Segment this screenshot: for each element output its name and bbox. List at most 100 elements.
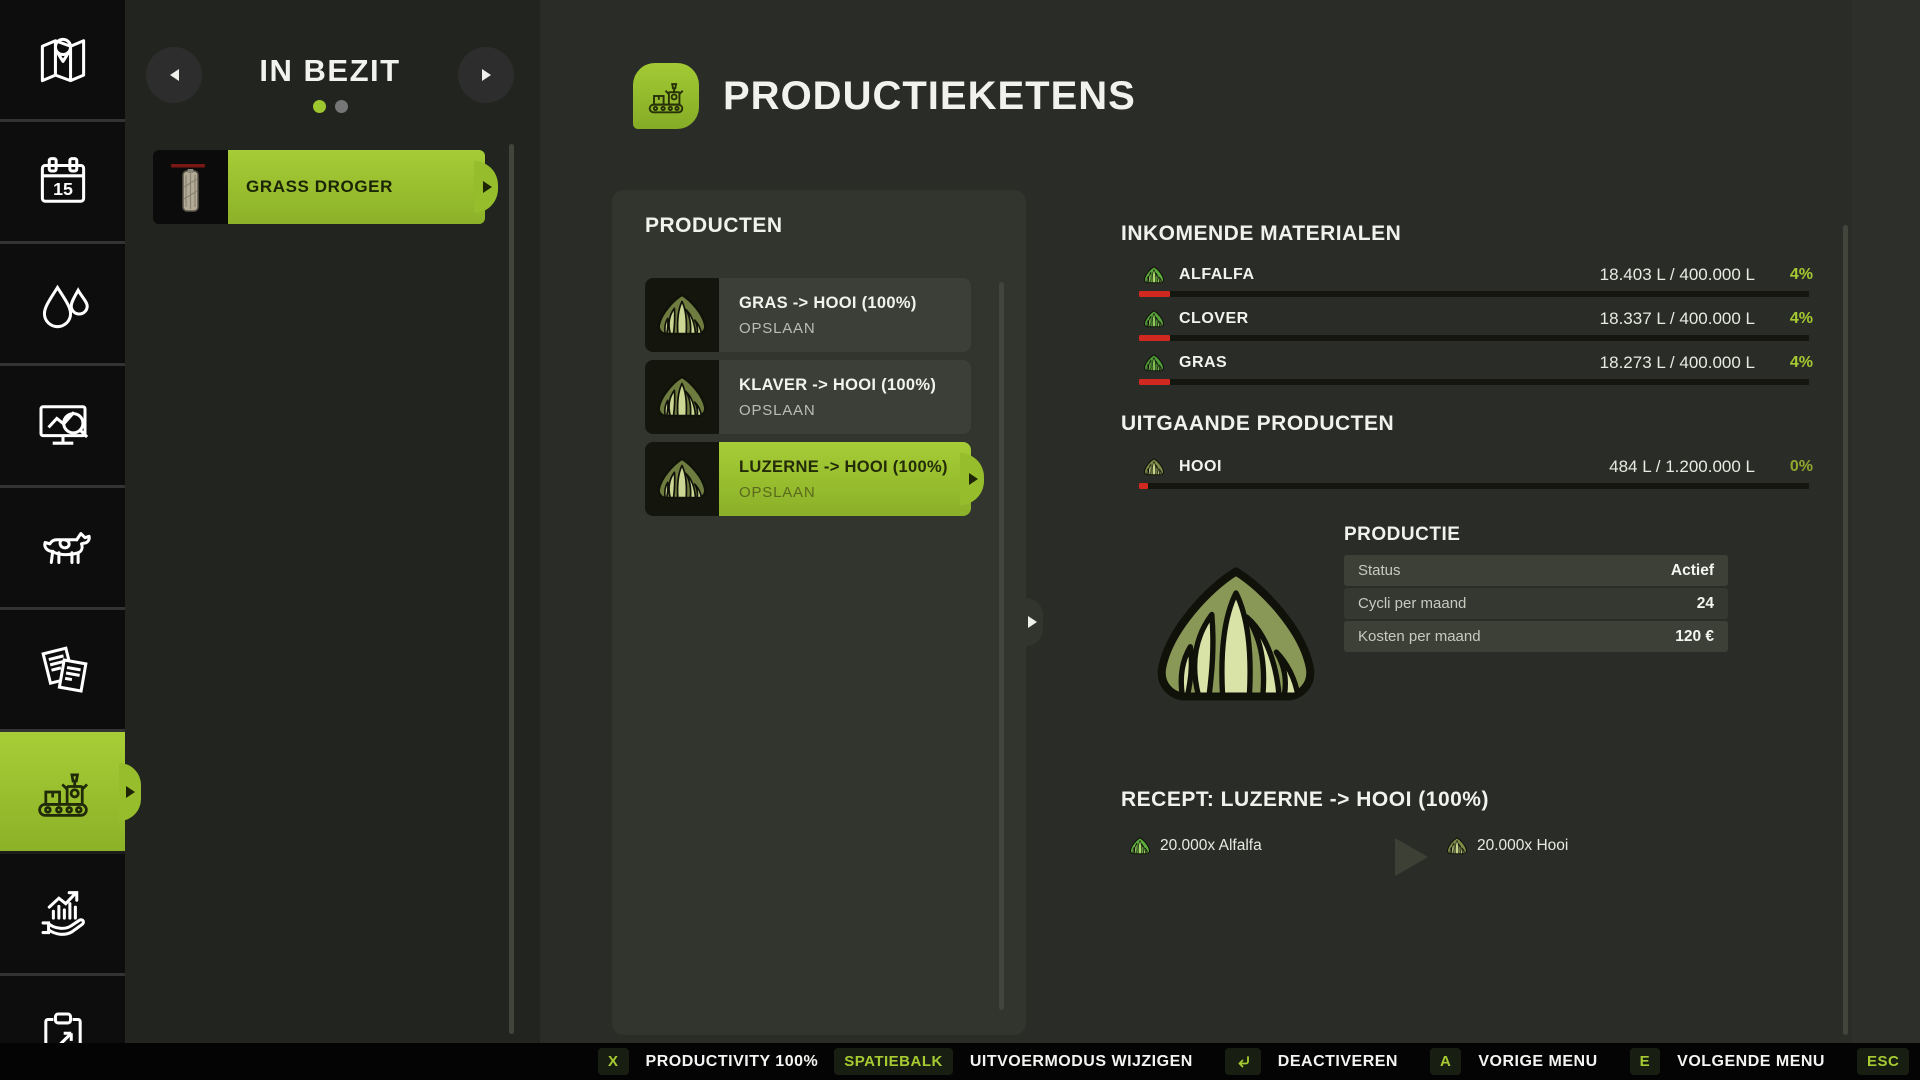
material-row-gras: GRAS 18.273 L / 400.000 L 4% (1121, 350, 1813, 385)
material-name: GRAS (1179, 354, 1227, 372)
row-label: Kosten per maand (1358, 628, 1481, 645)
material-row-clover: CLOVER 18.337 L / 400.000 L 4% (1121, 306, 1813, 341)
sidebar-item-statistics[interactable] (0, 366, 125, 488)
animals-icon (30, 515, 96, 581)
hint-deactivate[interactable]: DEACTIVEREN (1225, 1048, 1398, 1075)
arrow-left-icon (170, 69, 179, 81)
recipe-output-label: 20.000x Hooi (1477, 837, 1568, 855)
hint-back[interactable]: ESC TERUG (1857, 1048, 1920, 1075)
material-progress-fill (1139, 483, 1148, 489)
product-item-luzerne-hooi-selected[interactable]: LUZERNE -> HOOI (100%) OPSLAAN (645, 442, 971, 516)
recipe-arrow-icon (1395, 838, 1428, 876)
material-name: ALFALFA (1179, 266, 1255, 284)
material-percent: 4% (1755, 354, 1813, 372)
recipe-section: RECEPT: LUZERNE -> HOOI (100%) 20.000x A… (1121, 788, 1813, 876)
hint-output-mode[interactable]: SPATIEBALK UITVOERMODUS WIJZIGEN (834, 1048, 1193, 1075)
hint-label: UITVOERMODUS WIJZIGEN (970, 1053, 1193, 1071)
owned-item-grass-droger[interactable]: GRASS DROGER (153, 150, 485, 224)
hint-previous-menu[interactable]: A VORIGE MENU (1430, 1048, 1598, 1075)
products-panel: PRODUCTEN GRAS -> HOOI (100%) OPSLAAN KL… (612, 190, 1026, 1035)
hint-label: VORIGE MENU (1478, 1053, 1597, 1071)
owned-next-button[interactable] (458, 47, 514, 103)
hay-icon (1143, 457, 1165, 477)
product-list-scrollbar[interactable] (999, 282, 1004, 1010)
sidebar-item-calendar[interactable]: 15 (0, 122, 125, 244)
product-item-mode: OPSLAAN (739, 402, 971, 419)
active-tab-arrow-icon (126, 786, 135, 798)
grass-pile-icon (645, 442, 719, 516)
alfalfa-icon (1143, 265, 1165, 285)
production-chains-badge (633, 63, 699, 129)
hint-label: DEACTIVEREN (1278, 1053, 1398, 1071)
product-item-klaver-hooi[interactable]: KLAVER -> HOOI (100%) OPSLAAN (645, 360, 971, 434)
sidebar-item-contracts[interactable] (0, 610, 125, 732)
owned-scrollbar[interactable] (509, 144, 514, 1034)
owned-panel: IN BEZIT GRASS DROGER (125, 0, 540, 1080)
row-value: 120 € (1675, 628, 1714, 646)
page-dots (200, 100, 460, 113)
hint-label: PRODUCTIVITY 100% (646, 1053, 819, 1071)
contracts-icon (30, 637, 96, 703)
product-item-title: LUZERNE -> HOOI (100%) (739, 458, 971, 477)
right-edge-strip (1852, 0, 1920, 1043)
material-progress-track (1139, 483, 1809, 489)
sidebar-item-production-chains[interactable] (0, 732, 125, 854)
material-percent: 4% (1755, 266, 1813, 284)
table-row-status: Status Actief (1344, 555, 1728, 586)
material-fill-level: 18.273 L / 400.000 L (1600, 353, 1755, 373)
recipe-title: RECEPT: LUZERNE -> HOOI (100%) (1121, 788, 1813, 812)
alfalfa-icon (1129, 836, 1151, 856)
product-item-title: KLAVER -> HOOI (100%) (739, 376, 971, 395)
table-row-cycles: Cycli per maand 24 (1344, 588, 1728, 619)
recipe-input-label: 20.000x Alfalfa (1160, 837, 1262, 855)
outgoing-products-section: UITGAANDE PRODUCTEN HOOI 484 L / 1.200.0… (1121, 412, 1813, 498)
hint-next-menu[interactable]: E VOLGENDE MENU (1630, 1048, 1825, 1075)
row-value: 24 (1697, 595, 1714, 613)
product-item-title: GRAS -> HOOI (100%) (739, 294, 971, 313)
page-dot (335, 100, 348, 113)
hay-pile-image (1150, 556, 1322, 716)
owned-prev-button[interactable] (146, 47, 202, 103)
row-label: Status (1358, 562, 1401, 579)
hint-label: VOLGENDE MENU (1677, 1053, 1825, 1071)
material-fill-level: 18.403 L / 400.000 L (1600, 265, 1755, 285)
sidebar-item-animals[interactable] (0, 488, 125, 610)
sidebar-item-map[interactable] (0, 0, 125, 122)
page-dot-active (313, 100, 326, 113)
incoming-materials-title: INKOMENDE MATERIALEN (1121, 222, 1813, 246)
production-chains-screen: 15 (0, 0, 1920, 1080)
key-x: X (598, 1048, 629, 1075)
clover-icon (1143, 309, 1165, 329)
panel-expand-handle[interactable] (1026, 598, 1043, 646)
material-progress-track (1139, 379, 1809, 385)
production-section: PRODUCTIE Status Actief Cycli per maand … (1121, 518, 1813, 748)
production-table: Status Actief Cycli per maand 24 Kosten … (1344, 555, 1728, 654)
selected-item-arrow-icon (969, 473, 978, 485)
key-spacebar: SPATIEBALK (834, 1048, 953, 1075)
material-name: HOOI (1179, 458, 1222, 476)
sidebar-item-prices[interactable] (0, 244, 125, 366)
product-item-gras-hooi[interactable]: GRAS -> HOOI (100%) OPSLAAN (645, 278, 971, 352)
material-fill-level: 484 L / 1.200.000 L (1609, 457, 1755, 477)
product-list: GRAS -> HOOI (100%) OPSLAAN KLAVER -> HO… (645, 278, 971, 524)
hint-productivity[interactable]: X PRODUCTIVITY 100% (598, 1048, 818, 1075)
owned-panel-title: IN BEZIT (200, 53, 460, 89)
owned-item-label: GRASS DROGER (246, 177, 393, 197)
grass-dryer-thumbnail (153, 150, 228, 224)
content-scrollbar[interactable] (1843, 225, 1848, 1035)
production-chains-icon (643, 73, 689, 119)
statistics-icon (30, 393, 96, 459)
bottom-hint-bar: X PRODUCTIVITY 100% SPATIEBALK UITVOERMO… (0, 1043, 1920, 1080)
recipe-output: 20.000x Hooi (1446, 836, 1568, 856)
page-header: PRODUCTIEKETENS (633, 63, 1136, 129)
owned-item-arrow-icon (483, 181, 492, 193)
production-title: PRODUCTIE (1344, 524, 1460, 546)
key-esc: ESC (1857, 1048, 1909, 1075)
water-drops-icon (30, 271, 96, 337)
sidebar: 15 (0, 0, 125, 1080)
material-progress-track (1139, 335, 1809, 341)
material-percent: 4% (1755, 310, 1813, 328)
table-row-costs: Kosten per maand 120 € (1344, 621, 1728, 652)
sidebar-item-finances[interactable] (0, 854, 125, 976)
grass-icon (1143, 353, 1165, 373)
